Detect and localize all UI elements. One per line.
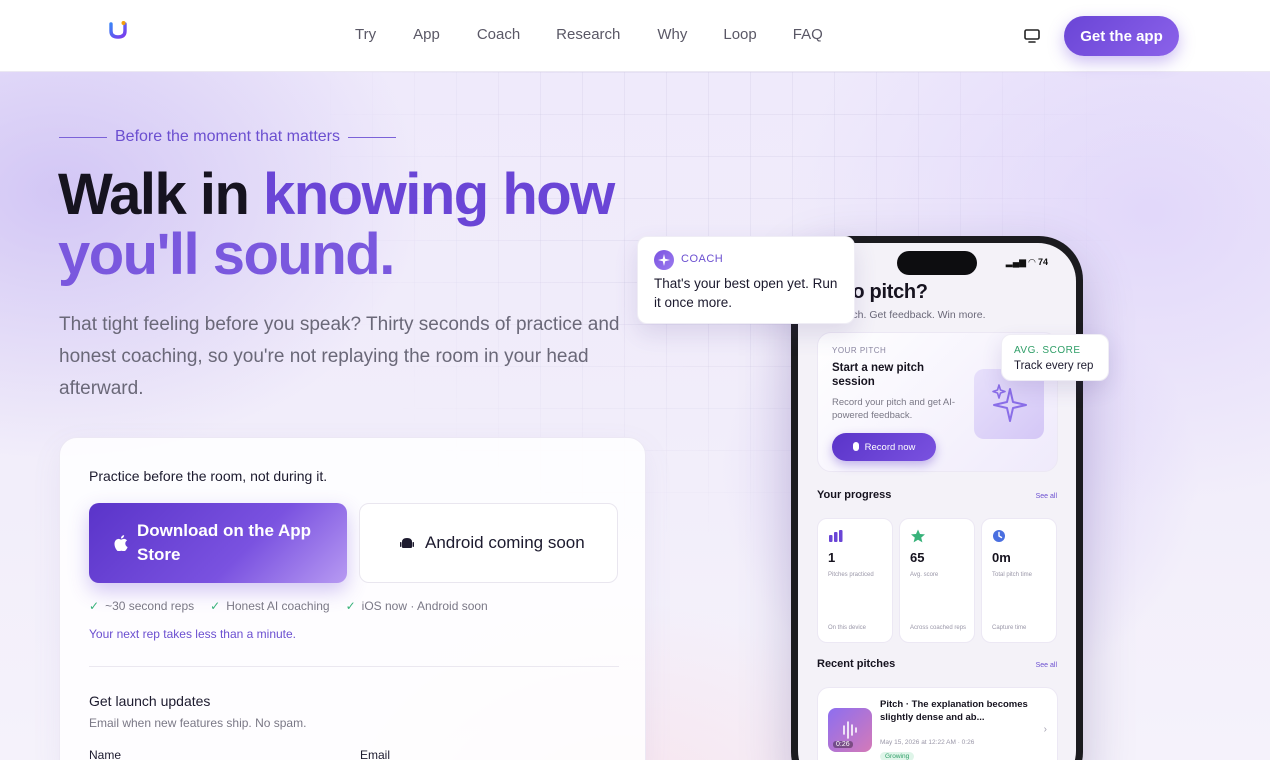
- email-label: Email: [360, 748, 391, 760]
- pitch-card-title: Start a new pitch session: [832, 362, 925, 388]
- progress-title: Your progress: [817, 489, 892, 501]
- checkmark-icon: ✓: [345, 599, 356, 613]
- stat-footnote: On this device: [828, 625, 867, 631]
- check-item: ✓ Honest AI coaching: [210, 599, 329, 613]
- checkmark-icon: ✓: [89, 599, 100, 613]
- android-label: Android coming soon: [425, 533, 585, 552]
- download-card: Practice before the room, not during it.…: [59, 437, 646, 760]
- check-label: iOS now · Android soon: [361, 599, 488, 613]
- stat-card-time[interactable]: 0m Total pitch time Capture time: [981, 518, 1057, 643]
- stat-footnote: Capture time: [992, 625, 1027, 631]
- eyebrow-line-right: [348, 136, 396, 138]
- pitch-thumbnail: 0:26: [828, 708, 872, 752]
- coach-label: COACH: [681, 253, 724, 265]
- pitch-title: Pitch · The explanation becomes slightly…: [880, 699, 1028, 723]
- app-store-label: Download on the App Store: [137, 521, 312, 564]
- recent-pitches-title: Recent pitches: [817, 658, 896, 670]
- feature-checks: ✓ ~30 second reps ✓ Honest AI coaching ✓ iO…: [89, 599, 504, 613]
- clock-icon: [993, 530, 1005, 542]
- coach-bubble: COACH That's your best open yet. Run it …: [637, 236, 855, 324]
- stat-card-score[interactable]: 65 Avg. score Across coached reps: [899, 518, 975, 643]
- status-bar-right: ▂▄▆ ◠ 74: [1006, 257, 1048, 268]
- coach-avatar: [654, 250, 674, 270]
- apple-icon: [114, 535, 128, 551]
- avg-score-bubble: AVG. SCORE Track every rep: [1001, 334, 1109, 381]
- nav-link-try[interactable]: Try: [355, 26, 376, 43]
- headline-accent-2: you'll sound.: [58, 222, 395, 287]
- nav-link-why[interactable]: Why: [657, 26, 687, 43]
- top-nav: Try App Coach Research Why Loop FAQ Get …: [0, 0, 1270, 72]
- stat-caption: Total pitch time: [992, 572, 1033, 578]
- card-title: Practice before the room, not during it.: [89, 468, 328, 484]
- nav-link-faq[interactable]: FAQ: [793, 26, 823, 43]
- pitch-duration: 0:26: [833, 741, 853, 748]
- check-label: ~30 second reps: [105, 599, 195, 613]
- star-icon: [911, 529, 925, 543]
- check-item: ✓ iOS now · Android soon: [346, 599, 488, 613]
- nav-link-loop[interactable]: Loop: [723, 26, 756, 43]
- pitch-status-badge: Growing: [880, 752, 915, 760]
- stat-footnote: Across coached reps: [910, 625, 967, 631]
- stat-value: 65: [910, 550, 925, 565]
- nav-links: Try App Coach Research Why Loop FAQ: [355, 26, 823, 43]
- coach-message: That's your best open yet. Run it once m…: [654, 276, 838, 310]
- mic-icon: [852, 441, 859, 451]
- stat-caption: Pitches practiced: [828, 572, 874, 578]
- checkmark-icon: ✓: [210, 599, 221, 613]
- headline-plain: Walk in: [58, 162, 263, 227]
- nav-link-research[interactable]: Research: [556, 26, 620, 43]
- eyebrow-line-left: [59, 136, 107, 138]
- progress-see-all-link[interactable]: See all: [1036, 493, 1057, 500]
- hero-headline: Walk in knowing how you'll sound.: [58, 165, 678, 285]
- card-divider: [89, 666, 619, 667]
- launch-updates-title: Get launch updates: [89, 693, 211, 709]
- check-label: Honest AI coaching: [226, 599, 330, 613]
- recent-pitch-item[interactable]: 0:26 Pitch · The explanation becomes sli…: [817, 687, 1058, 760]
- stat-value: 1: [828, 550, 836, 565]
- monitor-icon[interactable]: [1022, 27, 1042, 45]
- stat-value: 0m: [992, 550, 1011, 565]
- battery-level: 74: [1037, 257, 1048, 267]
- pitch-card-label: YOUR PITCH: [832, 346, 887, 355]
- next-rep-note: Your next rep takes less than a minute.: [89, 627, 297, 641]
- wifi-icon: ◠: [1028, 257, 1036, 267]
- avg-score-label: AVG. SCORE: [1014, 345, 1081, 356]
- record-now-label: Record now: [864, 441, 916, 453]
- chevron-right-icon: ›: [1043, 724, 1047, 735]
- pitch-meta: May 15, 2026 at 12:22 AM · 0:26: [880, 739, 975, 746]
- recent-see-all-link[interactable]: See all: [1036, 662, 1057, 669]
- hero-eyebrow: Before the moment that matters: [59, 128, 396, 146]
- bar-chart-icon: [829, 530, 843, 542]
- signal-icon: ▂▄▆: [1005, 257, 1027, 267]
- hero-subtitle: That tight feeling before you speak? Thi…: [59, 314, 620, 399]
- headline-accent-1: knowing how: [263, 162, 615, 227]
- dynamic-island: [897, 251, 977, 275]
- check-item: ✓ ~30 second reps: [89, 599, 194, 613]
- get-the-app-button[interactable]: Get the app: [1064, 16, 1179, 56]
- avg-score-text: Track every rep: [1014, 360, 1094, 372]
- nav-link-coach[interactable]: Coach: [477, 26, 520, 43]
- stat-card-pitches[interactable]: 1 Pitches practiced On this device: [817, 518, 893, 643]
- android-icon: [400, 538, 414, 548]
- eyebrow-text: Before the moment that matters: [115, 128, 340, 145]
- launch-updates-subtitle: Email when new features ship. No spam.: [89, 716, 307, 730]
- app-store-button[interactable]: Download on the App Store: [89, 503, 347, 583]
- pitch-card-description: Record your pitch and get AI-powered fee…: [832, 397, 956, 421]
- android-button[interactable]: Android coming soon: [359, 503, 618, 583]
- u-logo-icon[interactable]: [108, 20, 128, 40]
- nav-link-app[interactable]: App: [413, 26, 440, 43]
- name-label: Name: [89, 748, 122, 760]
- stat-caption: Avg. score: [910, 572, 939, 578]
- sparkle-icon: [658, 254, 670, 266]
- record-now-button[interactable]: Record now: [832, 433, 936, 461]
